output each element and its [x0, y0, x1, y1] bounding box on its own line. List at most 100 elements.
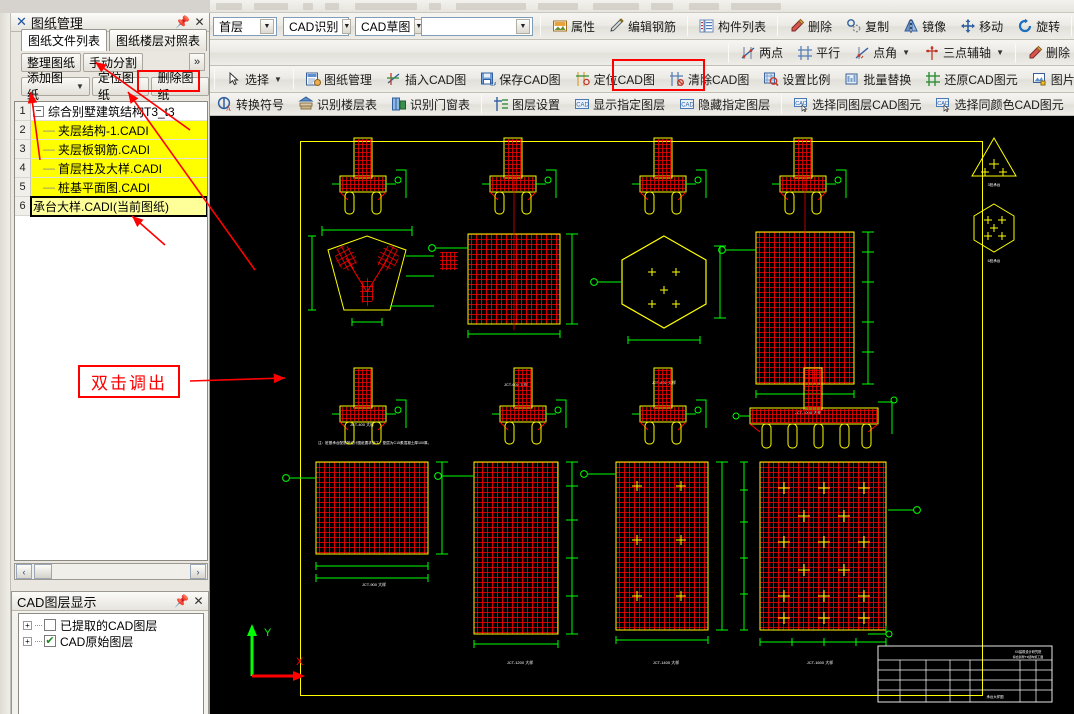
chevron-down-icon[interactable]: ▼ [76, 82, 84, 91]
table-row-current[interactable]: 6 承台大样.CADI(当前图纸) [15, 196, 207, 217]
svg-text:Y: Y [264, 627, 272, 639]
file-name-cell[interactable]: — 夹层结构-1.CADI [31, 121, 207, 140]
three-point-axis-button[interactable]: 三点辅轴 ▼ [918, 42, 1010, 64]
title-block: XX建筑设计研究院 综合别墅T3结构施工图 承台大样图 [877, 645, 1053, 703]
callout-double-click: 双击调出 [78, 365, 180, 398]
table-row[interactable]: 5 — 桩基平面图.CADI [15, 178, 207, 197]
scrollbar-thumb[interactable] [34, 564, 52, 579]
tree-toggle-icon[interactable]: − [33, 105, 44, 117]
horizontal-scrollbar[interactable]: ‹ › [14, 563, 208, 580]
pin-icon[interactable]: 📌 [175, 15, 190, 30]
pin-icon[interactable]: 📌 [174, 594, 189, 609]
three-point-axis-icon [924, 45, 940, 61]
blank-select[interactable]: ▼ [421, 16, 533, 36]
file-name-cell-current[interactable]: 承台大样.CADI(当前图纸) [30, 196, 207, 217]
set-scale-button[interactable]: 设置比例 [757, 68, 836, 90]
row-number: 1 [15, 102, 31, 121]
hide-specified-layer-button[interactable]: CAD 隐藏指定图层 [673, 93, 776, 115]
toolbar-separator [777, 16, 779, 36]
close-icon[interactable]: ✕ [192, 15, 207, 30]
copy-button[interactable]: 复制 [840, 15, 895, 37]
point-angle-icon [854, 45, 870, 61]
floor-select[interactable]: 首层 ▼ [213, 16, 277, 36]
table-row[interactable]: 3 — 夹层板钢筋.CADI [15, 140, 207, 159]
select-same-layer-cad-button[interactable]: CAD 选择同图层CAD图元 [787, 93, 927, 115]
parallel-button[interactable]: 平行 [791, 42, 846, 64]
tab-drawing-floor-table[interactable]: 图纸楼层对照表 [109, 29, 207, 51]
file-name-cell[interactable]: — 夹层板钢筋.CADI [31, 140, 207, 159]
tree-connector [35, 640, 42, 642]
svg-text:承台大样图: 承台大样图 [987, 694, 1005, 699]
close-icon[interactable]: ✕ [191, 594, 206, 609]
recognize-floor-table-button[interactable]: 识别楼层表 [292, 93, 383, 115]
delete-label: 删除 [808, 19, 833, 34]
layer-extracted-cad-checkbox[interactable] [44, 619, 56, 631]
cad-draft-select[interactable]: CAD草图 ▼ [355, 16, 424, 36]
row-number: 4 [15, 159, 31, 178]
select-same-color-cad-button[interactable]: CAD 选择同颜色CAD图元 [929, 93, 1069, 115]
table-row[interactable]: 2 — 夹层结构-1.CADI [15, 121, 207, 140]
scroll-left-button[interactable]: ‹ [16, 564, 32, 579]
edit-rebar-button[interactable]: 编辑钢筋 [603, 15, 682, 37]
insert-cad-button[interactable]: 插入CAD图 [380, 68, 472, 90]
save-cad-button[interactable]: CAD 保存CAD图 [474, 68, 566, 90]
chevron-down-icon[interactable]: ▼ [274, 75, 282, 84]
svg-text:JCT-1200 大样: JCT-1200 大样 [507, 659, 533, 665]
properties-label: 属性 [571, 19, 596, 34]
svg-text:CAD: CAD [681, 103, 694, 109]
move-button[interactable]: 移动 [954, 15, 1009, 37]
tab-drawing-file-list[interactable]: 图纸文件列表 [21, 29, 107, 51]
floor-select-value: 首层 [219, 19, 244, 34]
chevron-down-icon[interactable]: ▼ [342, 18, 352, 34]
expand-icon[interactable]: + [23, 620, 32, 630]
cad-canvas[interactable]: JCT-400 大样 注：桩基承台配筋按设计图纸要求施工，垫层为C15素混凝土厚… [210, 116, 1074, 714]
batch-replace-button[interactable]: 批量替换 [838, 68, 917, 90]
row-number: 5 [15, 178, 31, 197]
point-angle-button[interactable]: 点角 ▼ [848, 42, 916, 64]
chevron-down-icon[interactable]: ▼ [260, 18, 274, 34]
scroll-right-button[interactable]: › [190, 564, 206, 579]
delete-button[interactable]: 删除 [783, 15, 838, 37]
show-specified-layer-button[interactable]: CAD 显示指定图层 [568, 93, 671, 115]
left-dock: ✕ 图纸管理 📌 ✕ 图纸文件列表 图纸楼层对照表 整理图纸 手动分割 » 添加… [0, 13, 210, 714]
cad-badge-icon: CAD [793, 96, 809, 112]
delete-axis-button[interactable]: 删除 [1021, 42, 1073, 64]
two-point-button[interactable]: 两点 [734, 42, 789, 64]
svg-text:6桩承台: 6桩承台 [988, 258, 1001, 263]
svg-text:综合别墅T3结构施工图: 综合别墅T3结构施工图 [1013, 654, 1044, 659]
chevron-down-icon[interactable]: ▼ [902, 48, 910, 57]
component-list-button[interactable]: 构件列表 [693, 15, 772, 37]
file-name-cell[interactable]: — 首层柱及大样.CADI [31, 159, 207, 178]
select-button[interactable]: 选择 ▼ [220, 68, 288, 90]
cad-layer-tree[interactable]: + 已提取的CAD图层 + CAD原始图层 [18, 613, 204, 714]
expand-icon[interactable]: + [23, 636, 32, 646]
chevron-down-icon[interactable]: ▼ [516, 18, 530, 34]
layer-original-cad-checkbox[interactable] [44, 635, 56, 647]
row-number: 2 [15, 121, 31, 140]
file-name-cell[interactable]: — 桩基平面图.CADI [31, 178, 207, 197]
file-label: 综合别墅建筑结构T3_t3 [48, 104, 175, 119]
mirror-button[interactable]: 镜像 [897, 15, 952, 37]
cad-recognize-select[interactable]: CAD识别 ▼ [283, 16, 352, 36]
file-name-cell[interactable]: − 综合别墅建筑结构T3_t3 [31, 102, 207, 121]
layer-extracted-cad-row[interactable]: + 已提取的CAD图层 [23, 617, 203, 633]
image-manage-button[interactable]: 图片管理 ▼ [1026, 68, 1074, 90]
recognize-door-window-table-button[interactable]: 识别门窗表 [385, 93, 476, 115]
dock-close-icon[interactable]: ✕ [16, 14, 27, 30]
layer-settings-button[interactable]: 图层设置 [487, 93, 566, 115]
layer-original-cad-row[interactable]: + CAD原始图层 [23, 633, 203, 649]
drawing-file-list[interactable]: 1 − 综合别墅建筑结构T3_t3 2 — 夹层结构-1.CADI 3 — 夹层… [14, 101, 208, 561]
table-row[interactable]: 1 − 综合别墅建筑结构T3_t3 [15, 102, 207, 121]
chevron-down-icon[interactable]: ▼ [996, 48, 1004, 57]
table-row[interactable]: 4 — 首层柱及大样.CADI [15, 159, 207, 178]
restore-cad-entity-button[interactable]: 还原CAD图元 [919, 68, 1023, 90]
copy-icon [846, 18, 862, 34]
hide-specified-layer-label: 隐藏指定图层 [698, 97, 771, 112]
set-scale-icon [763, 71, 779, 87]
rotate-button[interactable]: 旋转 [1011, 15, 1066, 37]
convert-symbol-button[interactable]: A 转换符号 [211, 93, 290, 115]
add-drawing-button[interactable]: 添加图纸 ▼ [21, 71, 90, 102]
drawing-manage-button[interactable]: 图纸管理 [299, 68, 378, 90]
properties-button[interactable]: 属性 [546, 15, 601, 37]
file-label: 桩基平面图.CADI [58, 180, 151, 195]
